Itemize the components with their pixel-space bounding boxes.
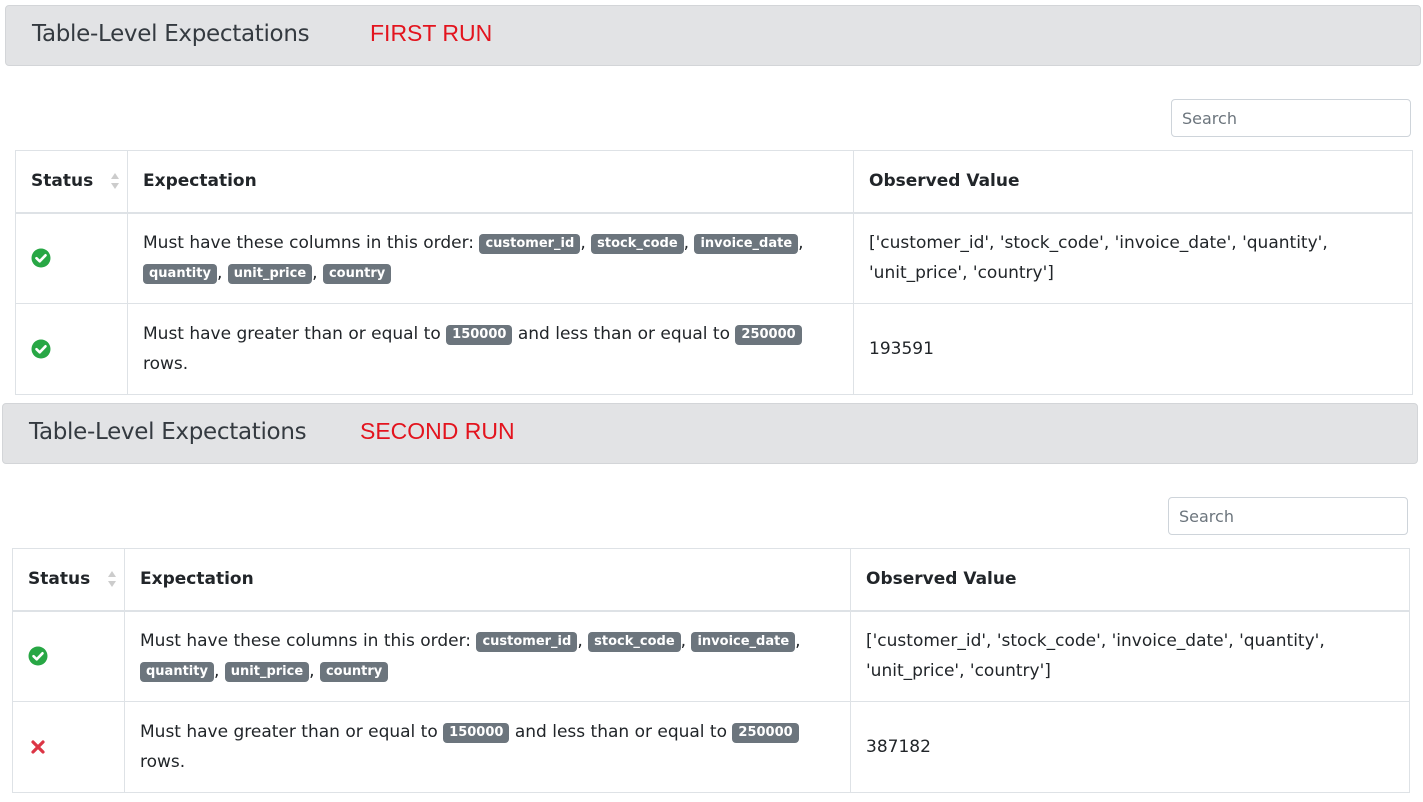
expectation-text: Must have these columns in this order:	[143, 233, 475, 254]
expectation-cell: Must have greater than or equal to 15000…	[124, 701, 851, 793]
column-header-status[interactable]: Status	[15, 150, 128, 214]
expectation-text: and less than or equal to	[517, 324, 730, 344]
column-badge: country	[319, 662, 389, 683]
status-cell	[15, 303, 128, 395]
column-badge: invoice_date	[694, 234, 799, 255]
column-badge: customer_id	[479, 234, 581, 255]
column-badge: invoice_date	[691, 632, 796, 653]
expectation-text: Must have greater than or equal to	[143, 324, 441, 344]
column-header-observed-value[interactable]: Observed Value	[853, 150, 1413, 214]
expectation-text: rows.	[143, 354, 189, 374]
max-value-badge: 250000	[732, 723, 799, 743]
max-value-badge: 250000	[735, 325, 802, 345]
section-title: Table-Level Expectations	[32, 21, 310, 47]
sort-icon[interactable]	[107, 569, 117, 589]
observed-value-line: 'unit_price', 'country']	[866, 661, 1051, 682]
check-circle-icon	[31, 339, 51, 359]
expectation-text: and less than or equal to	[514, 722, 727, 742]
column-badge: unit_price	[224, 662, 310, 683]
observed-value-cell: ['customer_id', 'stock_code', 'invoice_d…	[850, 610, 1410, 702]
run-label: SECOND RUN	[360, 418, 515, 444]
status-cell	[12, 701, 125, 793]
expectation-cell: Must have greater than or equal to 15000…	[127, 303, 854, 395]
table-row: Must have greater than or equal to 15000…	[12, 701, 1410, 793]
status-cell	[15, 212, 128, 304]
expectation-cell: Must have these columns in this order: c…	[124, 610, 851, 702]
column-badge: stock_code	[588, 632, 681, 653]
search-input[interactable]	[1171, 99, 1411, 137]
column-badge: stock_code	[591, 234, 684, 255]
x-mark-icon	[31, 740, 45, 754]
observed-value-cell: 387182	[850, 701, 1410, 793]
observed-value-line: ['customer_id', 'stock_code', 'invoice_d…	[869, 233, 1328, 254]
table-row: Must have these columns in this order: c…	[12, 610, 1410, 702]
column-badge: unit_price	[227, 264, 313, 285]
min-value-badge: 150000	[443, 723, 510, 743]
card-header: Table-Level Expectations SECOND RUN	[2, 403, 1418, 464]
min-value-badge: 150000	[446, 325, 513, 345]
column-badge: country	[322, 264, 392, 285]
run-label: FIRST RUN	[370, 20, 493, 46]
section-title: Table-Level Expectations	[29, 419, 307, 445]
column-header-expectation[interactable]: Expectation	[127, 150, 854, 214]
check-circle-icon	[28, 646, 48, 666]
check-circle-icon	[31, 248, 51, 268]
observed-value-line: 'unit_price', 'country']	[869, 263, 1054, 284]
column-header-observed-value[interactable]: Observed Value	[850, 548, 1410, 612]
sort-icon[interactable]	[110, 171, 120, 191]
column-header-status[interactable]: Status	[12, 548, 125, 612]
column-badge: quantity	[140, 662, 214, 683]
card-header: Table-Level Expectations FIRST RUN	[5, 5, 1421, 66]
expectations-table: Status Expectation Observed Value Must h…	[12, 548, 1410, 793]
search-input[interactable]	[1168, 497, 1408, 535]
expectations-table: Status Expectation Observed Value Must h…	[15, 150, 1413, 395]
observed-value-cell: ['customer_id', 'stock_code', 'invoice_d…	[853, 212, 1413, 304]
table-header-row: Status Expectation Observed Value	[12, 548, 1410, 612]
column-badge: customer_id	[476, 632, 578, 653]
column-header-status-label: Status	[28, 569, 91, 590]
observed-value-line: ['customer_id', 'stock_code', 'invoice_d…	[866, 631, 1325, 652]
expectation-text: Must have greater than or equal to	[140, 722, 438, 742]
table-row: Must have these columns in this order: c…	[15, 212, 1413, 304]
expectation-text: rows.	[140, 752, 186, 772]
observed-value-cell: 193591	[853, 303, 1413, 395]
status-cell	[12, 610, 125, 702]
column-badge: quantity	[143, 264, 217, 285]
table-row: Must have greater than or equal to 15000…	[15, 303, 1413, 395]
expectation-cell: Must have these columns in this order: c…	[127, 212, 854, 304]
table-header-row: Status Expectation Observed Value	[15, 150, 1413, 214]
column-header-expectation[interactable]: Expectation	[124, 548, 851, 612]
expectation-text: Must have these columns in this order:	[140, 631, 472, 652]
column-header-status-label: Status	[31, 171, 94, 192]
